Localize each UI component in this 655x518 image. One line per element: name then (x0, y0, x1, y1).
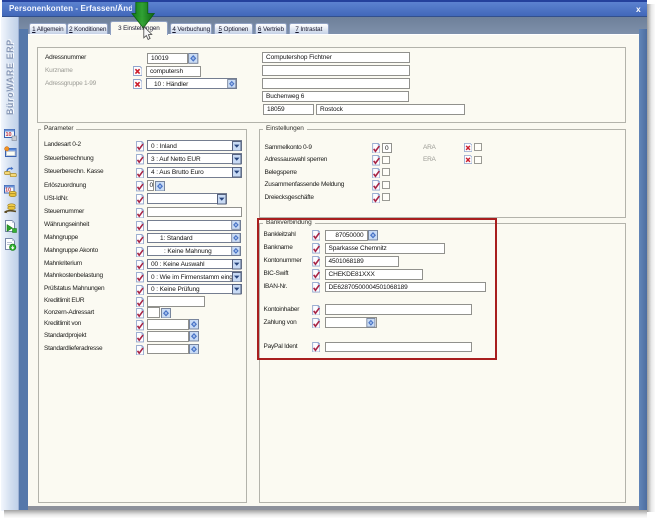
svg-text:10: 10 (6, 132, 12, 138)
